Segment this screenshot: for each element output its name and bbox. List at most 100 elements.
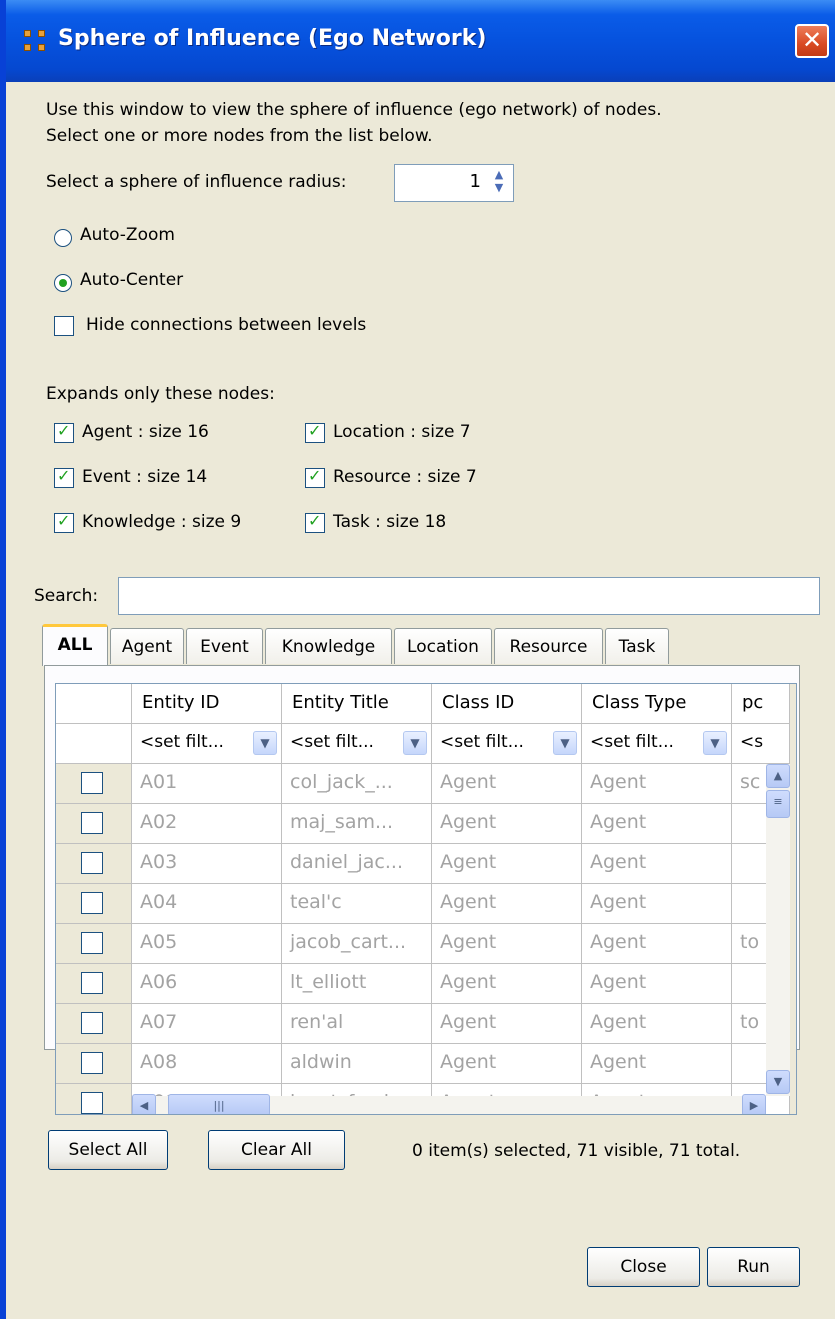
column-header-class-id[interactable]: Class ID bbox=[432, 684, 582, 724]
select-column-header bbox=[56, 684, 132, 724]
auto-center-label[interactable]: Auto-Center bbox=[80, 270, 183, 290]
row-checkbox[interactable] bbox=[81, 1092, 103, 1114]
row-checkbox[interactable] bbox=[81, 852, 103, 874]
table-cell: Agent bbox=[582, 884, 732, 924]
close-button[interactable]: Close bbox=[587, 1247, 700, 1287]
title-bar[interactable]: Sphere of Influence (Ego Network) ✕ bbox=[0, 0, 835, 82]
filter-partial[interactable]: <s bbox=[732, 724, 790, 764]
table-cell: Agent bbox=[582, 844, 732, 884]
table-cell: Agent bbox=[432, 804, 582, 844]
tab-agent[interactable]: Agent bbox=[110, 628, 184, 664]
check-icon: ✓ bbox=[308, 511, 322, 530]
dropdown-arrow-icon[interactable]: ▼ bbox=[403, 731, 427, 755]
check-icon: ✓ bbox=[57, 466, 71, 485]
auto-zoom-label[interactable]: Auto-Zoom bbox=[80, 225, 175, 245]
table-cell: jacob_cart... bbox=[282, 924, 432, 964]
row-checkbox[interactable] bbox=[81, 772, 103, 794]
filter-class-id[interactable]: <set filt... ▼ bbox=[432, 724, 582, 764]
task-check-label[interactable]: Task : size 18 bbox=[333, 512, 446, 532]
radius-value[interactable]: 1 bbox=[395, 171, 481, 192]
window-border bbox=[0, 0, 6, 1319]
column-header-entity-title[interactable]: Entity Title bbox=[282, 684, 432, 724]
column-header-class-type[interactable]: Class Type bbox=[582, 684, 732, 724]
table-cell: Agent bbox=[432, 884, 582, 924]
spinner-arrows-icon[interactable]: ▲ ▼ bbox=[488, 168, 510, 198]
dropdown-arrow-icon[interactable]: ▼ bbox=[253, 731, 277, 755]
select-all-button[interactable]: Select All bbox=[48, 1130, 168, 1170]
radius-label: Select a sphere of influence radius: bbox=[46, 172, 347, 192]
table-cell: A07 bbox=[132, 1004, 282, 1044]
filter-text: <set filt... bbox=[290, 732, 374, 752]
vertical-scrollbar[interactable]: ▲ ≡ ▼ bbox=[766, 764, 790, 1096]
hscroll-thumb[interactable]: ||| bbox=[168, 1094, 270, 1114]
radius-spinner[interactable]: 1 ▲ ▼ bbox=[394, 164, 514, 202]
row-select-cell bbox=[56, 964, 132, 1004]
run-button[interactable]: Run bbox=[707, 1247, 800, 1287]
filter-entity-title[interactable]: <set filt... ▼ bbox=[282, 724, 432, 764]
table-cell: Agent bbox=[432, 764, 582, 804]
knowledge-check-label[interactable]: Knowledge : size 9 bbox=[82, 512, 241, 532]
search-input[interactable] bbox=[118, 577, 820, 615]
close-window-button[interactable]: ✕ bbox=[795, 24, 829, 58]
row-select-cell bbox=[56, 844, 132, 884]
table-cell: aldwin bbox=[282, 1044, 432, 1084]
tab-resource[interactable]: Resource bbox=[494, 628, 603, 664]
row-checkbox[interactable] bbox=[81, 972, 103, 994]
row-select-cell bbox=[56, 1004, 132, 1044]
tab-event[interactable]: Event bbox=[186, 628, 263, 664]
resource-checkbox[interactable]: ✓ bbox=[305, 466, 325, 488]
event-check-label[interactable]: Event : size 14 bbox=[82, 467, 207, 487]
table-cell: daniel_jac... bbox=[282, 844, 432, 884]
task-checkbox[interactable]: ✓ bbox=[305, 511, 325, 533]
knowledge-checkbox[interactable]: ✓ bbox=[54, 511, 74, 533]
hide-connections-checkbox[interactable] bbox=[54, 316, 74, 336]
location-checkbox[interactable]: ✓ bbox=[305, 421, 325, 443]
agent-checkbox[interactable]: ✓ bbox=[54, 421, 74, 443]
row-checkbox[interactable] bbox=[81, 932, 103, 954]
table-cell: A01 bbox=[132, 764, 282, 804]
row-select-cell bbox=[56, 924, 132, 964]
hide-connections-label[interactable]: Hide connections between levels bbox=[86, 315, 366, 335]
tab-all[interactable]: ALL bbox=[42, 624, 108, 666]
table-cell: lt_elliott bbox=[282, 964, 432, 1004]
column-header-entity-id[interactable]: Entity ID bbox=[132, 684, 282, 724]
row-checkbox[interactable] bbox=[81, 892, 103, 914]
scroll-right-icon[interactable]: ▶ bbox=[742, 1094, 766, 1114]
auto-center-radio[interactable] bbox=[54, 274, 72, 292]
filter-entity-id[interactable]: <set filt... ▼ bbox=[132, 724, 282, 764]
entity-table[interactable]: Entity ID Entity Title Class ID Class Ty… bbox=[55, 683, 797, 1115]
dropdown-arrow-icon[interactable]: ▼ bbox=[553, 731, 577, 755]
filter-class-type[interactable]: <set filt... ▼ bbox=[582, 724, 732, 764]
event-checkbox[interactable]: ✓ bbox=[54, 466, 74, 488]
check-icon: ✓ bbox=[57, 421, 71, 440]
table-cell: Agent bbox=[582, 964, 732, 1004]
auto-zoom-radio[interactable] bbox=[54, 229, 72, 247]
table-cell: Agent bbox=[582, 1044, 732, 1084]
scroll-thumb[interactable]: ≡ bbox=[766, 790, 790, 818]
tab-knowledge[interactable]: Knowledge bbox=[265, 628, 392, 664]
tab-location[interactable]: Location bbox=[394, 628, 492, 664]
dropdown-arrow-icon[interactable]: ▼ bbox=[703, 731, 727, 755]
scroll-left-icon[interactable]: ◀ bbox=[132, 1094, 156, 1114]
column-header-partial[interactable]: pc bbox=[732, 684, 790, 724]
table-cell: A06 bbox=[132, 964, 282, 1004]
row-select-cell bbox=[56, 764, 132, 804]
location-check-label[interactable]: Location : size 7 bbox=[333, 422, 471, 442]
search-label: Search: bbox=[34, 586, 99, 606]
filter-text: <set filt... bbox=[590, 732, 674, 752]
table-cell: maj_sam... bbox=[282, 804, 432, 844]
scroll-up-icon[interactable]: ▲ bbox=[766, 764, 790, 788]
check-icon: ✓ bbox=[308, 421, 322, 440]
table-cell: Agent bbox=[582, 924, 732, 964]
row-checkbox[interactable] bbox=[81, 1012, 103, 1034]
agent-check-label[interactable]: Agent : size 16 bbox=[82, 422, 209, 442]
dialog-window: Sphere of Influence (Ego Network) ✕ Use … bbox=[0, 0, 835, 1319]
clear-all-button[interactable]: Clear All bbox=[208, 1130, 345, 1170]
scroll-down-icon[interactable]: ▼ bbox=[766, 1070, 790, 1094]
row-checkbox[interactable] bbox=[81, 1052, 103, 1074]
row-checkbox[interactable] bbox=[81, 812, 103, 834]
tab-task[interactable]: Task bbox=[605, 628, 669, 664]
resource-check-label[interactable]: Resource : size 7 bbox=[333, 467, 477, 487]
check-icon: ✓ bbox=[308, 466, 322, 485]
horizontal-scrollbar[interactable]: ◀ ||| ▶ bbox=[132, 1094, 766, 1114]
